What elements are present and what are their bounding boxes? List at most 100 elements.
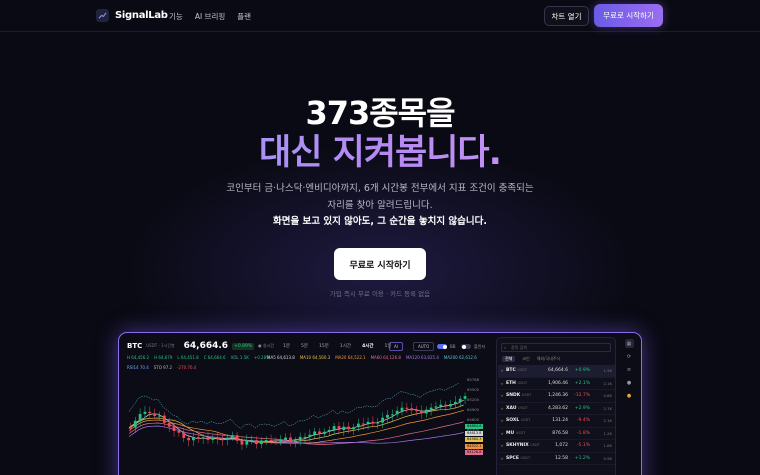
watchlist-row[interactable]: ★ SOXL USDT 131.24 -9.4% 2.1K [498, 415, 615, 428]
watchlist-row[interactable]: ★ ETH USDT 1,906.46 +2.1% 2.1K [498, 378, 615, 390]
candle-body [259, 440, 263, 445]
star-icon[interactable]: ★ [498, 368, 506, 373]
refresh-icon[interactable]: ⟳ [625, 352, 634, 361]
row-price: 131.24 [552, 418, 568, 424]
price-tag: 64560.3 [465, 437, 483, 442]
watchlist-row[interactable]: ★ SKHYNIX USDT 1,072 -5.1% 1.8K [498, 440, 615, 453]
ohlc-value: H 64,456.2 [127, 355, 150, 360]
ma10-line [128, 404, 464, 443]
ai-button[interactable]: AI [389, 342, 403, 351]
candle-body [434, 406, 438, 408]
ma20-line [128, 410, 464, 444]
row-change: -9.4% [576, 418, 590, 424]
bollinger-upper-line [128, 383, 459, 429]
star-icon[interactable]: ★ [498, 418, 506, 423]
bb-toggle[interactable] [437, 344, 447, 349]
top-nav: SignalLab 기능 AI 브리핑 플랜 차트 열기 무료로 시작하기 [0, 0, 760, 32]
candle-body [289, 437, 292, 443]
start-free-nav-button[interactable]: 무료로 시작하기 [594, 4, 663, 27]
candle-body [439, 404, 443, 407]
candle-body [429, 407, 433, 410]
start-free-hero-button[interactable]: 무료로 시작하기 [334, 248, 426, 280]
ma-value: MA10 64,560.3 [299, 355, 331, 360]
price-tag: 64522.1 [465, 443, 483, 449]
tab-coin[interactable]: 코인 [522, 356, 529, 362]
timeframe-4h[interactable]: 4시간 [362, 343, 373, 349]
candle-body [226, 437, 229, 440]
symbol-search-input[interactable]: ⌕ 종목 검색 [501, 343, 611, 352]
row-symbol: SNDK USDT [506, 393, 532, 399]
candle-body [337, 426, 341, 431]
timeframe-15m[interactable]: 15분 [319, 343, 329, 349]
ma-value: MA5 64,613.8 [267, 355, 295, 360]
row-pair: USDT [521, 393, 532, 398]
candle-body [453, 401, 457, 405]
nav-link-features[interactable]: 기능 [169, 11, 183, 22]
price-tag: 64664.6 [465, 424, 483, 429]
hero-subtitle-line2: 자리를 찾아 알려드립니다. [327, 200, 433, 211]
nav-link-ai-briefing[interactable]: AI 브리핑 [195, 11, 225, 22]
chart-symbol: BTC [127, 342, 143, 350]
rsi-value: -270.76.4 [177, 365, 197, 370]
open-chart-button[interactable]: 차트 열기 [544, 6, 589, 26]
nav-link-plans[interactable]: 플랜 [237, 11, 251, 22]
hero-subtitle-line1: 코인부터 금·나스닥·엔비디아까지, 6개 시간봉 전부에서 지표 조건이 충족… [226, 183, 534, 194]
candle-body [415, 410, 418, 412]
logo[interactable]: SignalLab [96, 9, 168, 22]
hero-subtitle-emphasis: 화면을 보고 있지 않아도, 그 순간을 놓치지 않습니다. [273, 216, 487, 227]
row-volume: 1.8K [603, 443, 612, 449]
candle-body [230, 435, 234, 438]
row-symbol: MU USDT [506, 430, 526, 436]
live-indicator: ● 실시간 [258, 343, 274, 348]
row-symbol: SPCE USDT [506, 455, 531, 461]
star-icon[interactable]: ★ [498, 431, 506, 436]
row-price: 64,664.6 [547, 368, 568, 374]
row-symbol: BTC USDT [506, 368, 527, 374]
row-change: +1.2% [574, 455, 590, 461]
candle-body [366, 421, 370, 424]
rsi-value: RSI14 70.4 [127, 365, 149, 370]
timeframe-5m[interactable]: 5분 [301, 343, 308, 349]
row-pair: USDT [518, 405, 528, 410]
candle-body [211, 437, 215, 440]
alert-dot-icon[interactable]: ● [625, 391, 634, 400]
star-icon[interactable]: ★ [498, 456, 506, 461]
star-icon[interactable]: ★ [498, 393, 506, 398]
tab-all[interactable]: 전체 [502, 356, 516, 362]
bollinger-toggle[interactable] [461, 344, 471, 349]
candle-body [162, 415, 166, 423]
candle-body [463, 396, 467, 399]
watchlist-row[interactable]: ★ SPCE USDT 12.58 +1.2% 0.9K [498, 453, 615, 465]
chart-header: BTC USDT · 1시간봉 64,664.6 +0.89% ● 실시간 [127, 341, 274, 351]
candle-body [308, 434, 312, 437]
timeframe-1m[interactable]: 1분 [283, 343, 290, 349]
timeframe-1h[interactable]: 1시간 [340, 343, 351, 349]
candle-body [255, 440, 258, 445]
star-icon[interactable]: ★ [498, 406, 506, 411]
row-price: 12.58 [555, 455, 568, 461]
row-pair: USDT [520, 455, 531, 460]
candle-body [284, 437, 287, 441]
watchlist-row[interactable]: ★ XAU USDT 4,283.62 +2.9% 2.7K [498, 403, 615, 415]
candle-body [221, 439, 224, 441]
star-icon[interactable]: ★ [498, 443, 506, 448]
row-volume: 1.5K [603, 368, 612, 374]
ohlc-line: H 64,456.2 H 64,679 L 64,451.8 C 64,664.… [127, 355, 270, 360]
logo-chart-icon [96, 9, 109, 22]
hero-title-line2: 대신 지켜봅니다. [0, 124, 760, 175]
watchlist-tabs: 전체 코인 해외/국내주식 [502, 356, 560, 362]
grid-icon[interactable]: ▦ [624, 339, 634, 348]
candle-body [158, 415, 161, 417]
candlestick-chart[interactable] [123, 383, 499, 475]
bollinger-toggle-label: 볼린저 [474, 344, 486, 349]
tab-stocks[interactable]: 해외/국내주식 [537, 356, 560, 362]
row-change: +2.1% [574, 380, 590, 386]
watchlist-row[interactable]: ★ SNDK USDT 1,246.36 -12.7% 0.8K [498, 390, 615, 403]
list-icon[interactable]: ≡ [625, 365, 634, 374]
watchlist-row[interactable]: ★ MU USDT 876.58 -1.8% 1.2K [498, 428, 615, 440]
user-icon[interactable]: ● [625, 378, 634, 387]
row-symbol: SKHYNIX USDT [506, 443, 540, 449]
auto-button[interactable]: AUTO [413, 342, 435, 351]
star-icon[interactable]: ★ [498, 381, 506, 386]
watchlist-row[interactable]: ★ BTC USDT 64,664.6 +0.9% 1.5K [498, 365, 615, 378]
